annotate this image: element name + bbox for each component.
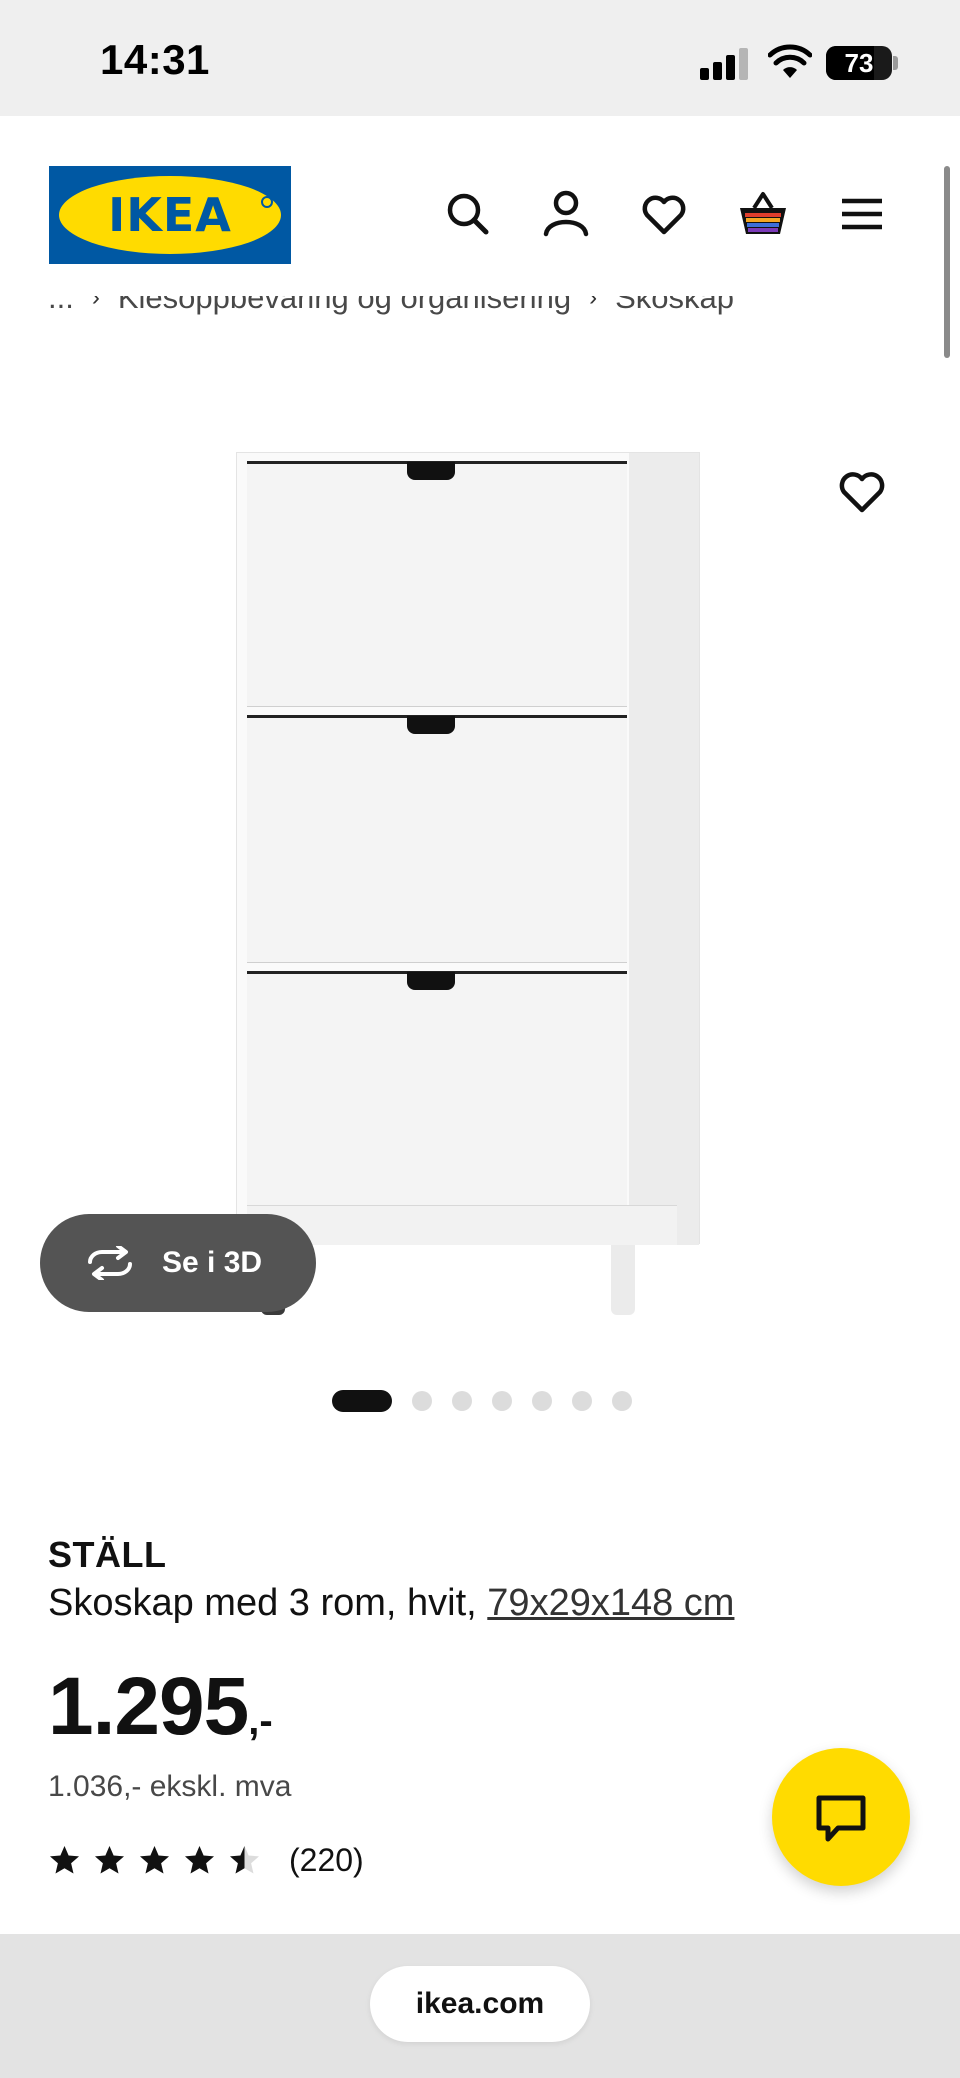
carousel-dot[interactable] xyxy=(532,1391,552,1411)
view-in-3d-label: Se i 3D xyxy=(162,1246,263,1279)
product-description-text: Skoskap med 3 rom, hvit, xyxy=(48,1582,488,1624)
registered-mark-icon xyxy=(261,196,273,208)
product-image-gallery[interactable]: Se i 3D xyxy=(0,380,960,1360)
cabinet-leg xyxy=(611,1245,635,1315)
status-bar: 14:31 73 xyxy=(0,0,960,116)
star-full-icon xyxy=(95,1846,124,1874)
carousel-dot[interactable] xyxy=(492,1391,512,1411)
star-full-icon xyxy=(50,1846,79,1874)
ikea-logo[interactable]: IKEA xyxy=(49,166,291,264)
cart-icon[interactable] xyxy=(736,188,790,240)
carousel-dot-active[interactable] xyxy=(332,1390,392,1412)
chat-button[interactable] xyxy=(772,1748,910,1886)
product-description: Skoskap med 3 rom, hvit, 79x29x148 cm xyxy=(48,1582,734,1625)
site-header: IKEA xyxy=(0,116,960,306)
logo-text: IKEA xyxy=(108,188,232,242)
star-full-icon xyxy=(140,1846,169,1874)
scrollbar[interactable] xyxy=(944,166,950,358)
menu-icon[interactable] xyxy=(838,188,886,240)
chat-icon xyxy=(816,1795,866,1842)
product-image xyxy=(236,452,700,1315)
price-ex-vat: 1.036,- ekskl. mva xyxy=(48,1770,292,1803)
carousel-dot[interactable] xyxy=(412,1391,432,1411)
drawer-handle xyxy=(407,972,455,990)
carousel-dot[interactable] xyxy=(612,1391,632,1411)
status-time: 14:31 xyxy=(100,36,210,83)
cabinet-drawer xyxy=(247,715,627,963)
browser-bottom-bar: ikea.com xyxy=(0,1934,960,2078)
drawer-handle xyxy=(407,716,455,734)
rating-count[interactable]: (220) xyxy=(289,1842,364,1879)
rotate-3d-icon xyxy=(88,1246,132,1280)
url-bar[interactable]: ikea.com xyxy=(370,1966,590,2042)
favorites-icon[interactable] xyxy=(640,188,688,240)
cabinet-drawer xyxy=(247,461,627,707)
cabinet-drawer xyxy=(247,971,627,1207)
cabinet-base xyxy=(247,1205,677,1245)
cellular-signal-icon xyxy=(700,48,750,80)
price-amount: 1.295 xyxy=(48,1661,249,1752)
product-name: STÄLL xyxy=(48,1534,167,1575)
battery-cap xyxy=(893,56,898,70)
product-price: 1.295,- xyxy=(48,1660,273,1754)
carousel-indicator[interactable] xyxy=(332,1390,632,1412)
price-suffix: ,- xyxy=(248,1699,273,1743)
carousel-dot[interactable] xyxy=(572,1391,592,1411)
breadcrumb: ... › Klesoppbevaring og organisering › … xyxy=(48,296,928,326)
search-icon[interactable] xyxy=(444,188,492,240)
view-in-3d-button[interactable]: Se i 3D xyxy=(40,1214,316,1312)
carousel-dot[interactable] xyxy=(452,1391,472,1411)
breadcrumb-ellipsis[interactable]: ... xyxy=(48,296,74,316)
account-icon[interactable] xyxy=(542,188,590,240)
chevron-right-icon: › xyxy=(589,296,598,311)
add-to-favorites-icon[interactable] xyxy=(836,468,888,516)
rating[interactable]: (220) xyxy=(48,1842,364,1879)
star-full-icon xyxy=(185,1846,214,1874)
chevron-right-icon: › xyxy=(91,296,100,311)
cabinet-side xyxy=(629,453,699,1245)
star-half-icon xyxy=(230,1846,259,1874)
product-size-link[interactable]: 79x29x148 cm xyxy=(487,1582,734,1624)
breadcrumb-item-category[interactable]: Klesoppbevaring og organisering xyxy=(118,296,571,316)
wifi-icon xyxy=(768,44,812,78)
battery-icon: 73 xyxy=(826,46,892,80)
drawer-handle xyxy=(407,462,455,480)
battery-percent: 73 xyxy=(844,48,874,78)
breadcrumb-item-current[interactable]: Skoskap xyxy=(615,296,734,316)
